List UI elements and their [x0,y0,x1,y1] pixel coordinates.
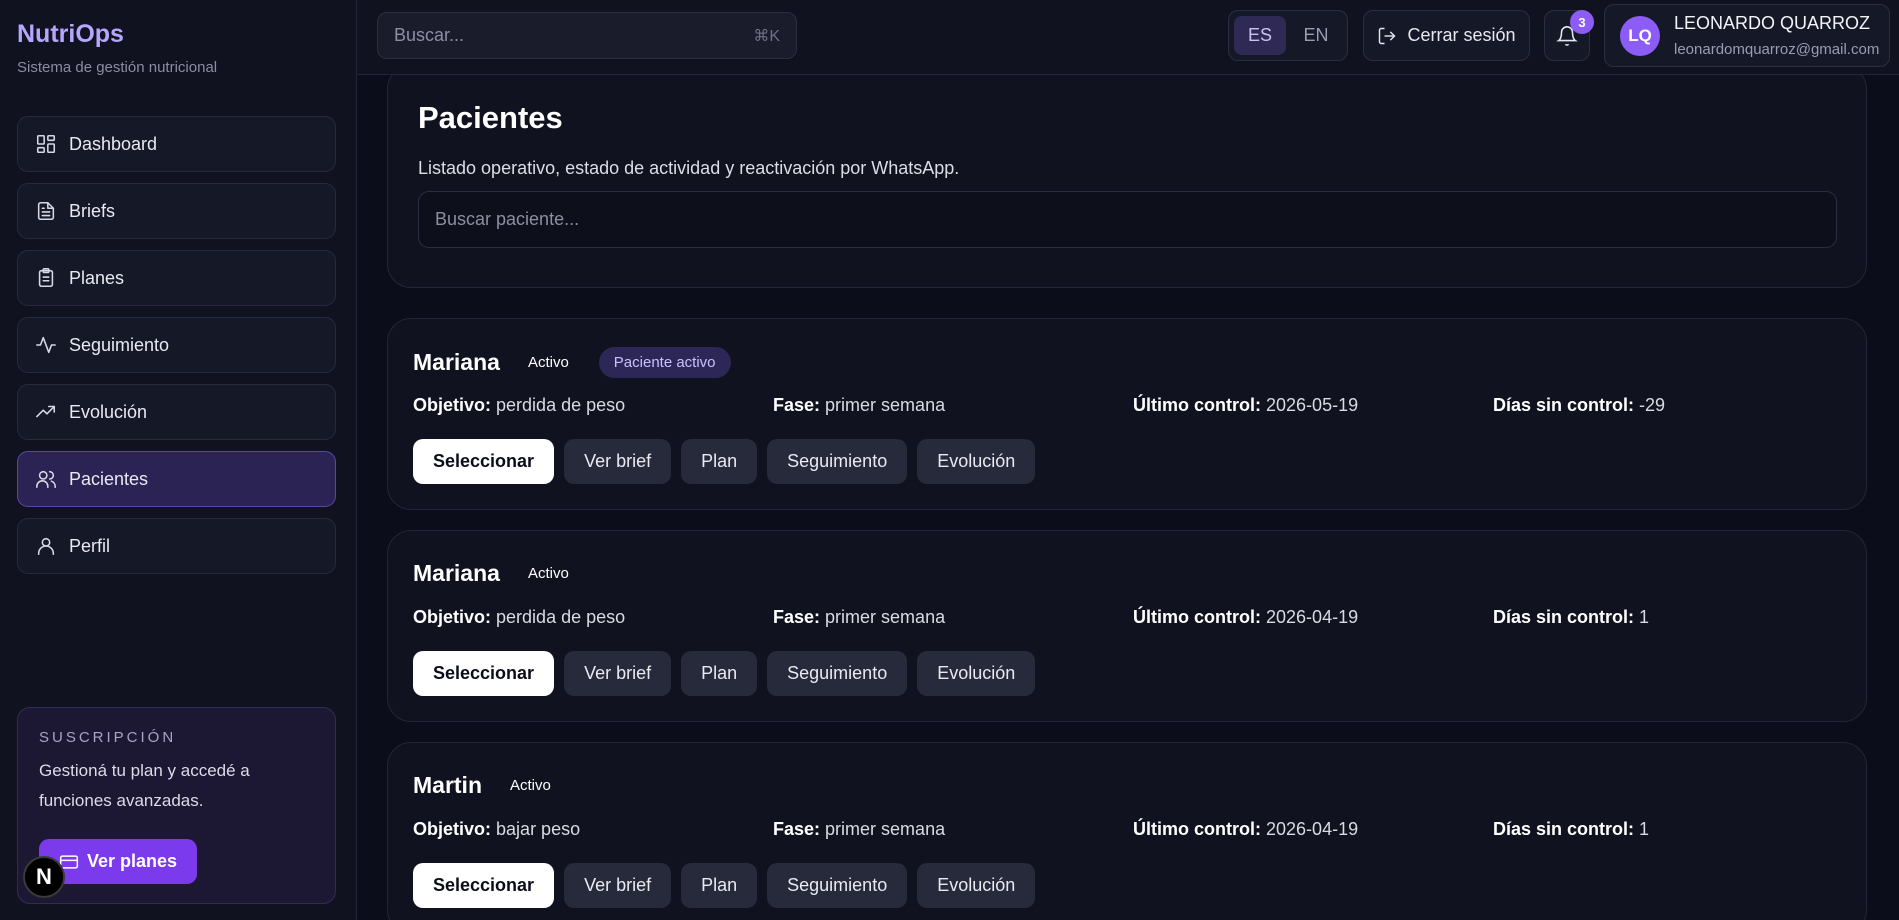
sidebar-item-pacientes[interactable]: Pacientes [17,451,336,507]
select-button[interactable]: Seleccionar [413,439,555,484]
sidebar-item-dashboard[interactable]: Dashboard [17,116,336,172]
patient-search-placeholder: Buscar paciente... [435,209,580,229]
document-icon [33,198,59,224]
sidebar-item-label: Dashboard [69,133,158,154]
patient-card: Mariana Activo Paciente activo Objetivo:… [387,318,1867,510]
objective-field: Objetivo: perdida de peso [413,607,626,627]
topbar: Buscar... ⌘K ES EN Cerrar sesión 3 LQ LE… [357,0,1899,75]
users-icon [33,466,59,492]
patient-name: Mariana [413,560,500,586]
days-without-control-field: Días sin control: 1 [1493,607,1650,627]
sidebar-item-briefs[interactable]: Briefs [17,183,336,239]
subscription-text: Gestioná tu plan y accedé a funciones av… [39,761,250,810]
patient-name: Mariana [413,349,500,375]
tracking-button[interactable]: Seguimiento [767,651,908,696]
brand: NutriOps Sistema de gestión nutricional [17,20,217,76]
plan-button[interactable]: Plan [681,651,758,696]
language-switcher: ES EN [1228,10,1348,61]
patient-search-input[interactable]: Buscar paciente... [418,191,1837,248]
sidebar: NutriOps Sistema de gestión nutricional … [0,0,357,920]
days-without-control-field: Días sin control: -29 [1493,395,1666,415]
grid-icon [33,131,59,157]
status-badge: Activo [527,565,569,582]
phase-field: Fase: primer semana [773,607,946,627]
last-control-field: Último control: 2026-05-19 [1133,395,1359,415]
plan-button[interactable]: Plan [681,863,758,908]
plan-button[interactable]: Plan [681,439,758,484]
language-es-button[interactable]: ES [1234,16,1286,55]
last-control-field: Último control: 2026-04-19 [1133,607,1359,627]
patient-name: Martin [413,772,482,798]
user-name: LEONARDO QUARROZ [1674,13,1871,33]
page-subtitle: Listado operativo, estado de actividad y… [418,158,960,178]
trending-up-icon [33,399,59,425]
brand-subtitle: Sistema de gestión nutricional [17,59,218,76]
sidebar-item-perfil[interactable]: Perfil [17,518,336,574]
active-patient-badge: Paciente activo [598,347,731,378]
global-search-input[interactable]: Buscar... ⌘K [377,12,797,59]
tracking-button[interactable]: Seguimiento [767,439,908,484]
evolution-button[interactable]: Evolución [917,651,1036,696]
patient-card: Martin Activo Objetivo: bajar peso Fase:… [387,742,1867,920]
phase-field: Fase: primer semana [773,395,946,415]
last-control-field: Último control: 2026-04-19 [1133,819,1359,839]
objective-field: Objetivo: perdida de peso [413,395,626,415]
tracking-button[interactable]: Seguimiento [767,863,908,908]
evolution-button[interactable]: Evolución [917,439,1036,484]
sidebar-item-label: Evolución [69,401,148,422]
sidebar-item-evolucion[interactable]: Evolución [17,384,336,440]
objective-field: Objetivo: bajar peso [413,819,581,839]
main-content: Pacientes Listado operativo, estado de a… [357,75,1899,920]
sidebar-item-label: Briefs [69,200,116,221]
search-shortcut-hint: ⌘K [753,27,780,45]
sidebar-nav: Dashboard Briefs Planes Seguimiento Evol… [17,116,336,585]
avatar: LQ [1620,15,1660,56]
language-en-button[interactable]: EN [1290,16,1342,55]
patient-card: Mariana Activo Objetivo: perdida de peso… [387,530,1867,722]
logout-label: Cerrar sesión [1407,25,1516,45]
activity-icon [33,332,59,358]
brand-title[interactable]: NutriOps [17,20,217,49]
user-email: leonardomquarroz@gmail.com [1674,41,1880,58]
user-icon [33,533,59,559]
subscription-kicker: SUSCRIPCIÓN [39,729,177,746]
sidebar-item-label: Perfil [69,535,111,556]
view-brief-button[interactable]: Ver brief [564,439,672,484]
global-search-placeholder: Buscar... [394,25,465,45]
select-button[interactable]: Seleccionar [413,863,555,908]
view-brief-button[interactable]: Ver brief [564,651,672,696]
logout-icon [1379,27,1396,44]
phase-field: Fase: primer semana [773,819,946,839]
notifications-count-badge: 3 [1570,10,1594,34]
view-brief-button[interactable]: Ver brief [564,863,672,908]
days-without-control-field: Días sin control: 1 [1493,819,1650,839]
notifications-button[interactable]: 3 [1544,10,1594,61]
sidebar-item-seguimiento[interactable]: Seguimiento [17,317,336,373]
status-badge: Activo [510,777,551,794]
logout-button[interactable]: Cerrar sesión [1363,10,1530,61]
view-plans-label: Ver planes [86,851,178,871]
sidebar-item-label: Pacientes [69,468,149,489]
sidebar-item-planes[interactable]: Planes [17,250,336,306]
sidebar-item-label: Seguimiento [69,334,170,355]
clipboard-icon [33,265,59,291]
status-badge: Activo [527,354,569,371]
select-button[interactable]: Seleccionar [413,651,555,696]
user-menu[interactable]: LQ LEONARDO QUARROZ leonardomquarroz@gma… [1604,4,1890,67]
patients-header-card: Pacientes Listado operativo, estado de a… [387,75,1867,288]
nextjs-logo-icon[interactable]: N [23,856,65,898]
evolution-button[interactable]: Evolución [917,863,1036,908]
sidebar-item-label: Planes [69,267,125,288]
page-title: Pacientes [418,100,563,135]
